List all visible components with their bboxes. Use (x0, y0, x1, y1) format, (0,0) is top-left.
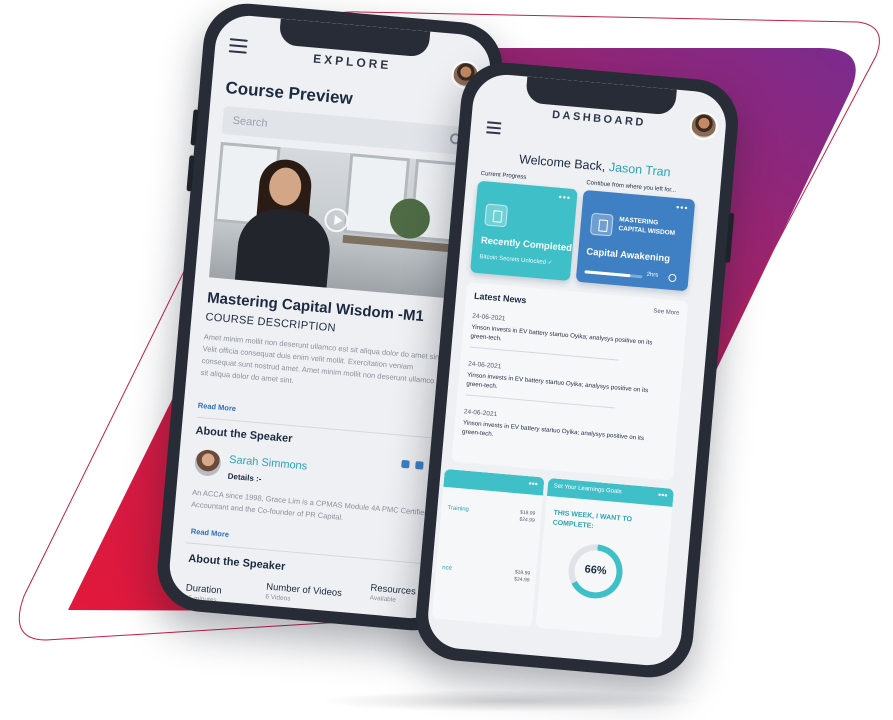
page-title: Course Preview (224, 78, 354, 109)
menu-icon[interactable] (486, 121, 502, 137)
news-item[interactable]: 24-06-2021 Yinson invests in EV battery … (462, 408, 664, 453)
more-icon[interactable]: ••• (558, 192, 571, 203)
goals-title: Set Your Learnings Goals (553, 483, 622, 496)
welcome-text: Welcome Back, (518, 152, 607, 174)
continue-course-card[interactable]: ••• MASTERING CAPITAL WISDOM Capital Awa… (575, 189, 696, 292)
mini-panel-header: ••• (443, 468, 545, 496)
news-heading: Latest News (473, 290, 527, 306)
stat-videos: Number of Videos 6 Videos (265, 581, 342, 607)
stat-duration: Duration 15 minutes (185, 582, 222, 604)
time-remaining: 2hrs (646, 271, 659, 279)
card-subtitle: Bitcoin Secrets Unlocked ✓ (479, 254, 553, 267)
mini-course-price: $18.99 $24.99 (519, 510, 535, 525)
user-name: Jason Tran (608, 160, 672, 180)
speaker-name[interactable]: Sarah Simmons (229, 454, 308, 473)
phone-icon[interactable] (401, 459, 410, 469)
mail-icon[interactable] (415, 461, 424, 470)
goals-prompt: THIS WEEK, I WANT TO COMPLETE: (552, 509, 633, 531)
recently-completed-card[interactable]: ••• Recently Completed Bitcoin Secrets U… (470, 180, 578, 282)
goals-header: Set Your Learnings Goals ••• (546, 477, 675, 507)
goal-progress-ring: 66% (566, 542, 625, 601)
dashboard-screen: DASHBOARD Welcome Back, Jason Tran Curre… (425, 72, 729, 668)
mini-course-body (446, 521, 516, 527)
mini-course-title[interactable]: Training (447, 505, 469, 513)
course-stats: Duration 15 minutes Number of Videos 6 V… (185, 575, 430, 604)
mini-course-price: $18.99 $24.99 (514, 569, 530, 584)
mini-course-title[interactable]: nce (442, 565, 452, 572)
about-speaker-heading: About the Speaker (195, 424, 293, 446)
read-more-link[interactable]: Read More (197, 401, 236, 413)
speaker-avatar (193, 448, 222, 477)
phone-shadow (318, 690, 698, 712)
more-icon[interactable]: ••• (676, 202, 689, 213)
speaker-bio: An ACCA since 1998, Grace Lim is a CPMAS… (190, 487, 429, 522)
read-more-link-2[interactable]: Read More (190, 527, 229, 539)
document-icon (484, 203, 509, 228)
news-item[interactable]: 24-06-2021 Yinson invests in EV battery … (469, 313, 672, 365)
more-icon[interactable]: ••• (528, 478, 538, 489)
see-more-link[interactable]: See More (653, 308, 679, 316)
courses-mini-panel: ••• Training $18.99 $24.99 nce $18.99 $2… (431, 468, 545, 628)
more-icon[interactable]: ••• (658, 490, 668, 501)
news-item[interactable]: 24-06-2021 Yinson invests in EV battery … (465, 361, 667, 413)
card-title: Recently Completed (480, 235, 573, 255)
favorite-icon[interactable] (668, 273, 677, 283)
about-speaker-heading-2: About the Speaker (187, 552, 286, 574)
course-video-thumbnail[interactable] (208, 141, 468, 299)
user-avatar[interactable] (688, 110, 719, 142)
stat-resources: Resources Available (369, 583, 416, 606)
lesson-title: Capital Awakening (585, 246, 671, 265)
document-icon (589, 212, 614, 237)
learning-goals-panel: Set Your Learnings Goals ••• THIS WEEK, … (535, 477, 675, 639)
course-description: Amet minim mollit non deserunt ullamco e… (200, 332, 447, 387)
goal-percent: 66% (572, 548, 619, 595)
current-progress-label: Current Progress (480, 170, 527, 181)
lesson-progress-bar (584, 270, 643, 279)
phone-dashboard: DASHBOARD Welcome Back, Jason Tran Curre… (412, 59, 742, 681)
lesson-progress-fill (584, 270, 631, 278)
price-old: $24.99 (519, 516, 535, 524)
course-name: MASTERING CAPITAL WISDOM (618, 216, 676, 238)
speaker-details-label: Details :- (227, 471, 262, 484)
latest-news-panel: Latest News See More 24-06-2021 Yinson i… (451, 282, 689, 481)
search-placeholder: Search (232, 114, 268, 130)
price-old: $24.99 (513, 576, 530, 584)
